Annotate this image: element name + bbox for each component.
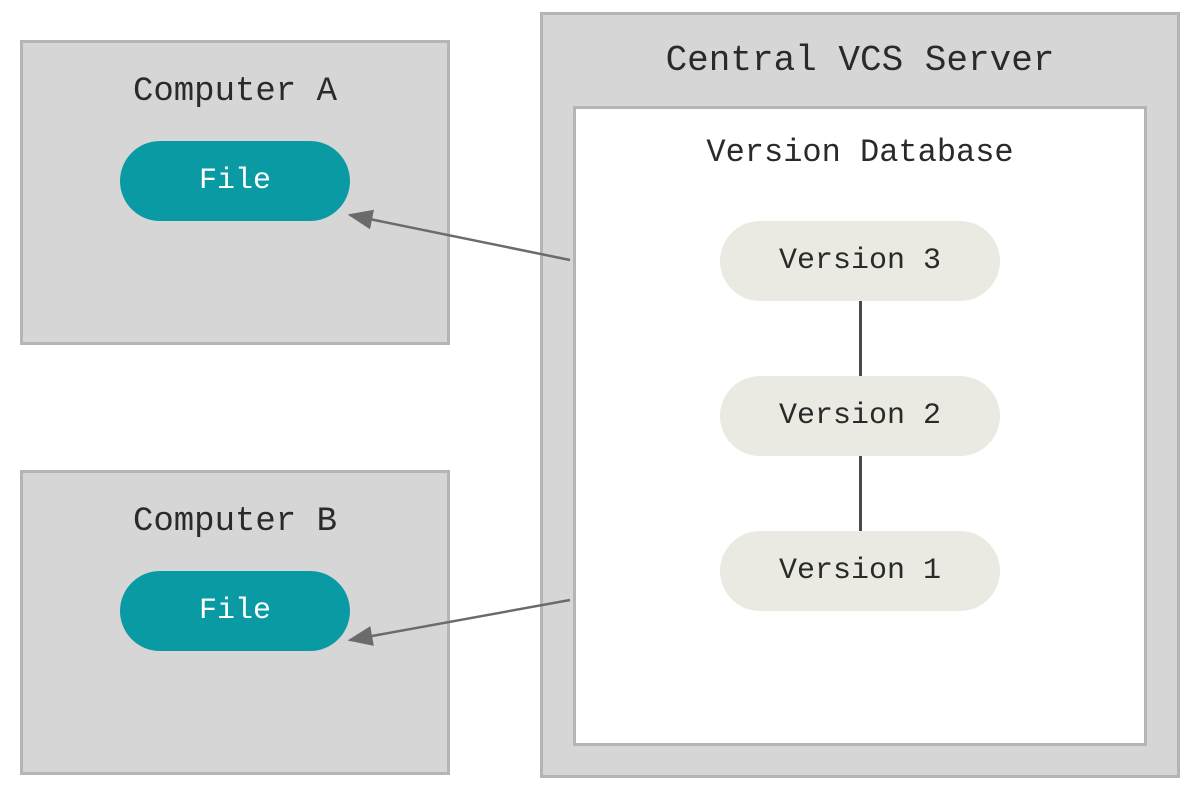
version-3-label: Version 3: [779, 244, 941, 278]
version-2-pill: Version 2: [720, 376, 1000, 456]
computer-a-title: Computer A: [23, 73, 447, 111]
connector-v3-v2: [859, 301, 862, 376]
server-box: Central VCS Server Version Database Vers…: [540, 12, 1180, 778]
computer-b-title: Computer B: [23, 503, 447, 541]
database-title: Version Database: [706, 134, 1013, 171]
computer-a-file-pill: File: [120, 141, 350, 221]
database-box: Version Database Version 3 Version 2 Ver…: [573, 106, 1147, 746]
server-title: Central VCS Server: [573, 40, 1147, 81]
computer-a-file-label: File: [199, 164, 271, 198]
version-2-label: Version 2: [779, 399, 941, 433]
connector-v2-v1: [859, 456, 862, 531]
version-3-pill: Version 3: [720, 221, 1000, 301]
version-1-pill: Version 1: [720, 531, 1000, 611]
computer-b-box: Computer B File: [20, 470, 450, 775]
computer-b-file-pill: File: [120, 571, 350, 651]
computer-b-file-label: File: [199, 594, 271, 628]
computer-a-box: Computer A File: [20, 40, 450, 345]
version-1-label: Version 1: [779, 554, 941, 588]
